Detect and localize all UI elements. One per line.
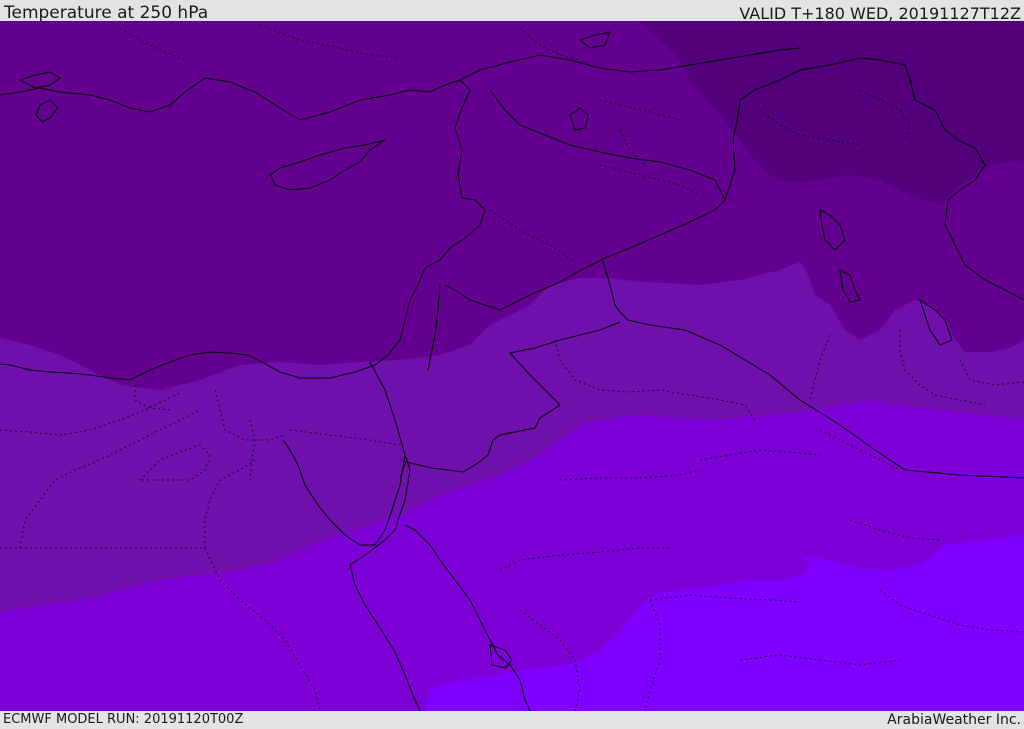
credit-label: ArabiaWeather Inc. — [887, 712, 1021, 728]
map-title: Temperature at 250 hPa — [4, 3, 209, 23]
temperature-map — [0, 21, 1024, 711]
model-run: ECMWF MODEL RUN: 20191120T00Z — [3, 712, 244, 727]
map-header: Temperature at 250 hPa VALID T+180 WED, … — [0, 0, 1024, 23]
map-footer: ECMWF MODEL RUN: 20191120T00Z ArabiaWeat… — [0, 711, 1024, 729]
map-canvas — [0, 21, 1024, 711]
